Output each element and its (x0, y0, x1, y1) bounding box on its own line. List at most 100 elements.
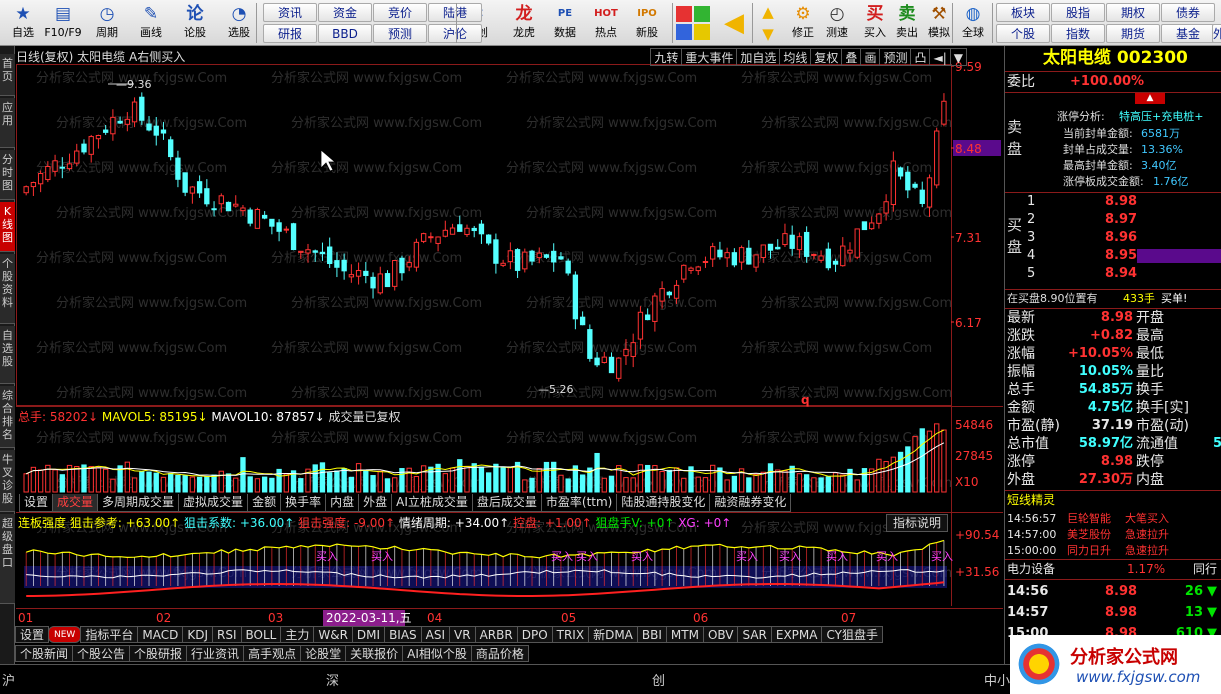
toolbar-small-button-15[interactable]: 基金 (1161, 24, 1215, 43)
indicator-tab-21[interactable]: EXPMA (770, 626, 823, 643)
info-tab-2[interactable]: 个股研报 (129, 645, 188, 662)
toolbar-button-0[interactable]: ★ 自选 (4, 2, 42, 44)
status-market-1[interactable]: 深 (326, 670, 339, 689)
buy-level-price[interactable]: 8.96 (1105, 229, 1137, 247)
sprite-stock[interactable]: 同力日升 (1067, 542, 1111, 560)
squares-icon[interactable] (676, 6, 710, 40)
chart-tool-7[interactable]: 预测 (879, 48, 912, 66)
chart-tool-3[interactable]: 均线 (779, 48, 812, 66)
toolbar-small-button-1[interactable]: 资金 (318, 3, 372, 22)
volume-tab-9[interactable]: 盘后成交量 (471, 494, 542, 512)
indicator-tab-9[interactable]: DMI (351, 626, 386, 643)
chart-tool-4[interactable]: 复权 (810, 48, 843, 66)
indicator-tab-1[interactable]: NEW (48, 626, 82, 643)
toolbar-small-button-10[interactable]: 期权 (1106, 3, 1160, 22)
sidebar-tab-0[interactable]: 首页 (0, 54, 15, 96)
volume-tab-8[interactable]: AI立桩成交量 (391, 494, 473, 512)
info-tab-8[interactable]: 商品价格 (470, 645, 529, 662)
volume-tab-1[interactable]: 成交量 (52, 494, 99, 512)
volume-tab-0[interactable]: 设置 (19, 494, 54, 512)
indicator-tab-20[interactable]: SAR (737, 626, 772, 643)
status-market-0[interactable]: 沪 (2, 670, 15, 689)
sector-extra[interactable]: 同行 (1193, 560, 1217, 578)
volume-tab-12[interactable]: 融资融券变化 (709, 494, 792, 512)
toolbar-small-button-12[interactable]: 个股 (996, 24, 1050, 43)
toolbar-small-button-8[interactable]: 板块 (996, 3, 1050, 22)
toolbar-button-4[interactable]: 论论股 (176, 2, 214, 44)
indicator-tab-8[interactable]: W&R (313, 626, 353, 643)
toolbar-button-2[interactable]: ◷ 周期 (88, 2, 126, 44)
indicator-tab-10[interactable]: BIAS (384, 626, 422, 643)
toolbar-button-10[interactable]: IPO 新股 (628, 2, 666, 44)
volume-tab-2[interactable]: 多周期成交量 (97, 494, 180, 512)
chart-area[interactable]: 分析家公式网 www.fxjgsw.Com 分析家公式网 www.fxjgsw.C… (16, 46, 1003, 626)
chart-tool-2[interactable]: 加自选 (736, 48, 781, 66)
chart-tool-6[interactable]: 画 (860, 48, 881, 66)
toolbar-small-button-4[interactable]: 研报 (263, 24, 317, 43)
sidebar-tab-1[interactable]: 应用 (0, 98, 15, 148)
info-tab-3[interactable]: 行业资讯 (186, 645, 245, 662)
indicator-help-button[interactable]: 指标说明 (886, 514, 948, 532)
toolbar-small-button-3[interactable]: 陆港 (428, 3, 482, 22)
indicator-tab-4[interactable]: KDJ (182, 626, 213, 643)
down-arrow-icon[interactable]: ▼ (757, 24, 779, 44)
indicator-tab-5[interactable]: RSI (212, 626, 242, 643)
toolbar-button-3[interactable]: ✎ 画线 (132, 2, 170, 44)
chart-tool-0[interactable]: 九转 (650, 48, 683, 66)
sector-name[interactable]: 电力设备 (1007, 560, 1055, 578)
chart-tool-1[interactable]: 重大事件 (681, 48, 738, 66)
indicator-tab-6[interactable]: BOLL (240, 626, 282, 643)
toolbar-button-8[interactable]: PE 数据 (546, 2, 584, 44)
info-tab-1[interactable]: 个股公告 (72, 645, 131, 662)
volume-tab-6[interactable]: 内盘 (325, 494, 360, 512)
toolbar-button-12[interactable]: ◴ 测速 (818, 2, 856, 44)
volume-tab-10[interactable]: 市盈率(ttm) (540, 494, 618, 512)
indicator-tab-18[interactable]: MTM (665, 626, 704, 643)
indicator-tab-17[interactable]: BBI (636, 626, 667, 643)
indicator-tab-2[interactable]: 指标平台 (80, 626, 139, 643)
sidebar-tab-2[interactable]: 分时图 (0, 150, 15, 200)
sidebar-tab-7[interactable]: 牛叉诊股 (0, 450, 15, 512)
indicator-tab-3[interactable]: MACD (137, 626, 184, 643)
volume-tab-5[interactable]: 换手率 (280, 494, 327, 512)
sidebar-tab-8[interactable]: 超级盘口 (0, 514, 15, 604)
toolbar-small-button-13[interactable]: 指数 (1051, 24, 1105, 43)
indicator-tab-14[interactable]: DPO (516, 626, 553, 643)
indicator-tab-12[interactable]: VR (449, 626, 476, 643)
sidebar-tab-4[interactable]: 个股资料 (0, 254, 15, 324)
indicator-tab-0[interactable]: 设置 (15, 626, 50, 643)
info-tab-6[interactable]: 关联报价 (345, 645, 404, 662)
info-tab-7[interactable]: AI相似个股 (402, 645, 472, 662)
status-market-3[interactable]: 中小 (984, 670, 1010, 689)
buy-level-price[interactable]: 8.97 (1105, 211, 1137, 229)
toolbar-small-button-9[interactable]: 股指 (1051, 3, 1105, 22)
buy-level-price[interactable]: 8.94 (1105, 265, 1137, 283)
chart-tool-10[interactable]: ▼ (949, 48, 967, 66)
indicator-tab-16[interactable]: 新DMA (588, 626, 638, 643)
indicator-tab-11[interactable]: ASI (420, 626, 451, 643)
indicator-tab-22[interactable]: CY狙盘手 (821, 626, 883, 643)
chart-canvas[interactable]: 分析家公式网 www.fxjgsw.Com 分析家公式网 www.fxjgsw.C… (16, 46, 1003, 626)
toolbar-button-11[interactable]: ⚙ 修正 (784, 2, 822, 44)
toolbar-button-1[interactable]: ▤ F10/F9 (44, 2, 82, 44)
sidebar-tab-5[interactable]: 自选股 (0, 326, 15, 384)
chart-tool-8[interactable]: 凸 (910, 48, 931, 66)
chart-tool-5[interactable]: 叠 (841, 48, 862, 66)
sidebar-tab-3[interactable]: K线图 (0, 202, 15, 252)
toolbar-small-button-14[interactable]: 期货 (1106, 24, 1160, 43)
indicator-tab-15[interactable]: TRIX (551, 626, 590, 643)
info-tab-5[interactable]: 论股堂 (300, 645, 347, 662)
toolbar-button-16[interactable]: ◍ 全球 (954, 2, 992, 44)
indicator-tab-7[interactable]: 主力 (280, 626, 315, 643)
info-tab-0[interactable]: 个股新闻 (15, 645, 74, 662)
toolbar-small-button-0[interactable]: 资讯 (263, 3, 317, 22)
toolbar-button-7[interactable]: 龙龙虎 (505, 2, 543, 44)
volume-tab-7[interactable]: 外盘 (358, 494, 393, 512)
volume-tab-11[interactable]: 陆股通持股变化 (616, 494, 711, 512)
toolbar-button-5[interactable]: ◔ 选股 (220, 2, 258, 44)
indicator-tab-13[interactable]: ARBR (474, 626, 518, 643)
toolbar-small-button-11[interactable]: 债券 (1161, 3, 1215, 22)
chart-tool-9[interactable]: ◄| (929, 48, 951, 66)
volume-tab-3[interactable]: 虚拟成交量 (178, 494, 249, 512)
sidebar-tab-6[interactable]: 综合排名 (0, 386, 15, 448)
